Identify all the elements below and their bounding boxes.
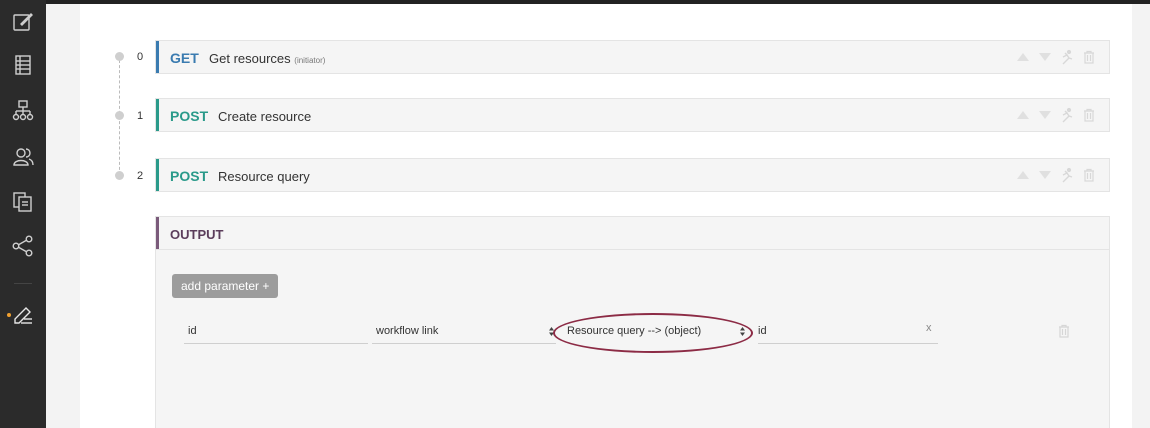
step-title-text: Resource query: [218, 169, 310, 184]
step-row-resource-query[interactable]: POST Resource query: [155, 158, 1110, 192]
step-row-get-resources[interactable]: GET Get resources (initiator): [155, 40, 1110, 74]
step-note: (initiator): [294, 56, 326, 65]
move-up-icon[interactable]: [1015, 167, 1031, 183]
step-method: GET: [170, 50, 199, 66]
clear-field-button[interactable]: x: [926, 322, 932, 334]
workflow-edit-icon[interactable]: [0, 297, 46, 333]
step-title: Resource query: [218, 169, 310, 184]
step-title-text: Get resources: [209, 51, 291, 66]
run-icon[interactable]: [1059, 49, 1075, 65]
output-label: OUTPUT: [170, 227, 224, 242]
step-dot: [115, 111, 124, 120]
right-gutter: [1132, 0, 1150, 428]
param-field-input[interactable]: id: [758, 318, 938, 344]
move-down-icon[interactable]: [1037, 107, 1053, 123]
run-icon[interactable]: [1059, 167, 1075, 183]
step-actions: [1015, 107, 1097, 123]
move-down-icon[interactable]: [1037, 49, 1053, 65]
param-source-value: workflow link: [376, 325, 439, 337]
param-name-input[interactable]: id: [184, 318, 368, 344]
step-color-bar: [156, 159, 159, 191]
step-index: 2: [136, 170, 144, 182]
step-title: Create resource: [218, 109, 311, 124]
edit-icon[interactable]: [0, 4, 46, 40]
step-row-create-resource[interactable]: POST Create resource: [155, 98, 1110, 132]
step-dot: [115, 52, 124, 61]
step-title-text: Create resource: [218, 109, 312, 124]
output-color-bar: [156, 217, 159, 249]
step-index: 0: [136, 51, 144, 63]
delete-param-icon[interactable]: [1056, 322, 1072, 340]
source-select-chevron-icon: [549, 327, 554, 336]
move-up-icon[interactable]: [1015, 49, 1031, 65]
share-icon[interactable]: [0, 228, 46, 264]
step-actions: [1015, 49, 1097, 65]
output-header[interactable]: OUTPUT: [155, 216, 1110, 250]
step-title: Get resources (initiator): [209, 51, 325, 66]
trash-icon[interactable]: [1081, 49, 1097, 65]
documents-icon[interactable]: [0, 184, 46, 220]
param-link-select[interactable]: Resource query --> (object): [562, 318, 748, 344]
step-index: 1: [136, 110, 144, 122]
step-color-bar: [156, 99, 159, 131]
add-parameter-button[interactable]: add parameter +: [172, 274, 279, 298]
left-gutter: [46, 0, 80, 428]
param-source-select[interactable]: workflow link: [372, 318, 556, 344]
hierarchy-icon[interactable]: [0, 93, 46, 129]
step-method: POST: [170, 108, 209, 124]
move-down-icon[interactable]: [1037, 167, 1053, 183]
run-icon[interactable]: [1059, 107, 1075, 123]
sidebar-divider: [14, 283, 32, 284]
sidebar: [0, 0, 46, 428]
step-actions: [1015, 167, 1097, 183]
link-select-chevron-icon: [740, 327, 745, 336]
param-link-value: Resource query --> (object): [567, 325, 702, 337]
trash-icon[interactable]: [1081, 107, 1097, 123]
move-up-icon[interactable]: [1015, 107, 1031, 123]
trash-icon[interactable]: [1081, 167, 1097, 183]
users-icon[interactable]: [0, 139, 46, 175]
step-method: POST: [170, 168, 209, 184]
step-dot: [115, 171, 124, 180]
list-icon[interactable]: [0, 47, 46, 83]
step-color-bar: [156, 41, 159, 73]
